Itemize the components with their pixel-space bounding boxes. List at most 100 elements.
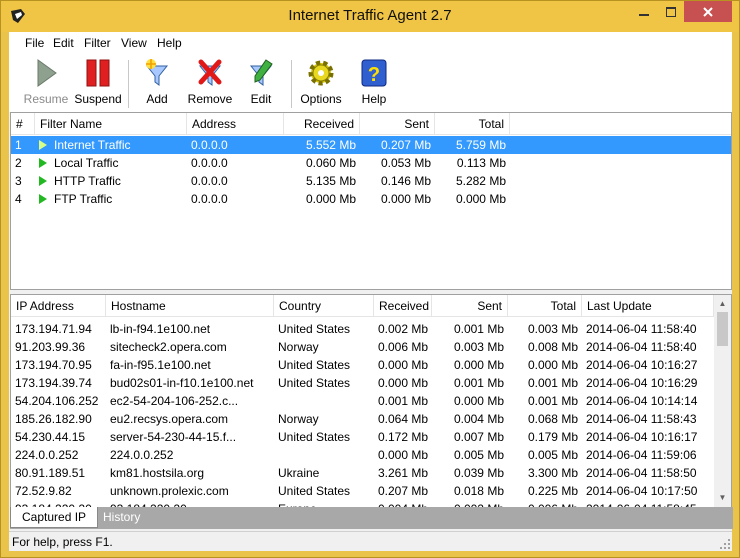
captured-cell-received: 0.000 Mb	[378, 448, 429, 462]
captured-ip-row[interactable]: 173.194.39.74 bud02s01-in-f10.1e100.net Un…	[11, 374, 714, 392]
resize-grip-icon[interactable]	[720, 539, 730, 549]
menu-help[interactable]: Help	[157, 36, 182, 50]
menu-edit[interactable]: Edit	[53, 36, 74, 50]
captured-cell-total: 0.068 Mb	[527, 412, 578, 426]
column-header-sent[interactable]: Sent	[360, 113, 435, 135]
captured-cell-host: 224.0.0.252	[110, 448, 174, 462]
captured-ip-row[interactable]: 224.0.0.252 224.0.0.252 0.000 Mb 0.005 Mb 0.…	[11, 446, 714, 464]
filter-cell-address: 0.0.0.0	[191, 156, 228, 170]
captured-cell-total: 0.001 Mb	[527, 394, 578, 408]
captured-cell-sent: 0.001 Mb	[453, 376, 504, 390]
filter-row[interactable]: 4 FTP Traffic 0.0.0.0 0.000 Mb 0.000 Mb 0.000…	[11, 190, 511, 208]
captured-cell-sent: 0.003 Mb	[453, 340, 504, 354]
minimize-button[interactable]	[630, 1, 657, 22]
menu-view[interactable]: View	[121, 36, 147, 50]
captured-ip-row[interactable]: 80.91.189.51 km81.hostsila.org Ukraine 3.26…	[11, 464, 714, 482]
help-button[interactable]: ? Help	[357, 58, 391, 110]
add-label: Add	[146, 92, 168, 106]
column-header-hostname[interactable]: Hostname	[106, 295, 274, 317]
column-header-total[interactable]: Total	[435, 113, 510, 135]
close-button[interactable]	[684, 1, 732, 22]
add-button[interactable]: Add	[137, 58, 177, 110]
column-header-received[interactable]: Received	[284, 113, 360, 135]
filter-row[interactable]: 1 Internet Traffic 0.0.0.0 5.552 Mb 0.207 Mb…	[11, 136, 731, 154]
scroll-down-arrow-icon[interactable]: ▼	[714, 489, 731, 506]
captured-cell-received: 0.172 Mb	[378, 430, 429, 444]
filter-cell-total: 5.282 Mb	[455, 174, 506, 188]
options-button[interactable]: Options	[298, 58, 344, 110]
title-bar[interactable]: Internet Traffic Agent 2.7	[1, 1, 739, 32]
column-header-address[interactable]: Address	[187, 113, 284, 135]
column-header-number[interactable]: #	[11, 113, 35, 135]
filter-cell-num: 3	[15, 174, 22, 188]
scroll-up-arrow-icon[interactable]: ▲	[714, 295, 731, 312]
captured-ip-row[interactable]: 91.203.99.36 sitecheck2.opera.com Norway 0.…	[11, 338, 714, 356]
captured-ip-row[interactable]: 173.194.70.95 fa-in-f95.1e100.net United S…	[11, 356, 714, 374]
suspend-button[interactable]: Suspend	[73, 58, 123, 110]
column-header-last-update[interactable]: Last Update	[582, 295, 714, 317]
tab-bar: Captured IP History	[10, 507, 733, 529]
tab-captured-ip[interactable]: Captured IP	[10, 507, 99, 528]
captured-ip-row[interactable]: 185.26.182.90 eu2.recsys.opera.com Norway 0…	[11, 410, 714, 428]
maximize-button[interactable]	[657, 1, 684, 22]
filter-name-text: FTP Traffic	[54, 192, 113, 206]
column-header-ip-address[interactable]: IP Address	[11, 295, 106, 317]
captured-cell-ip: 173.194.39.74	[15, 376, 92, 390]
gear-icon	[308, 60, 334, 86]
filter-cell-sent: 0.146 Mb	[380, 174, 431, 188]
captured-ip-header: IP Address Hostname Country Received Sen…	[11, 295, 714, 317]
column-header-received[interactable]: Received	[374, 295, 432, 317]
captured-ip-row[interactable]: 72.52.9.82 unknown.prolexic.com United Sta…	[11, 482, 714, 500]
filter-row[interactable]: 3 HTTP Traffic 0.0.0.0 5.135 Mb 0.146 Mb 5.28…	[11, 172, 511, 190]
scrollbar-thumb[interactable]	[717, 312, 728, 346]
captured-ip-list[interactable]: IP Address Hostname Country Received Sen…	[10, 294, 732, 508]
captured-cell-updated: 2014-06-04 11:59:06	[586, 448, 697, 462]
play-icon	[37, 59, 57, 87]
captured-cell-total: 0.006 Mb	[508, 500, 582, 507]
captured-ip-row[interactable]: 54.204.106.252 ec2-54-204-106-252.c... 0.0…	[11, 392, 714, 410]
filter-cell-num: 1	[15, 138, 22, 152]
captured-ip-row[interactable]: 54.230.44.15 server-54-230-44-15.f... Unit…	[11, 428, 714, 446]
captured-cell-ip: 224.0.0.252	[15, 448, 79, 462]
column-header-filter-name[interactable]: Filter Name	[35, 113, 187, 135]
menu-filter[interactable]: Filter	[84, 36, 111, 50]
captured-cell-ip: 80.91.189.51	[15, 466, 86, 480]
filter-row[interactable]: 2 Local Traffic 0.0.0.0 0.060 Mb 0.053 Mb 0.1…	[11, 154, 511, 172]
remove-button[interactable]: Remove	[187, 58, 233, 110]
client-area: File Edit Filter View Help Resume Suspen…	[9, 32, 733, 551]
tab-history[interactable]: History	[92, 507, 151, 528]
column-header-total[interactable]: Total	[508, 295, 582, 317]
resume-label: Resume	[23, 92, 69, 106]
captured-cell-host: km81.hostsila.org	[110, 466, 205, 480]
column-header-country[interactable]: Country	[274, 295, 374, 317]
captured-cell-received: 0.001 Mb	[378, 394, 429, 408]
captured-cell-received: 0.207 Mb	[378, 484, 429, 498]
captured-cell-total: 0.003 Mb	[527, 322, 578, 336]
filter-name-text: HTTP Traffic	[54, 174, 121, 188]
captured-ip-row[interactable]: 93.184.220.2093.184.220.20Europe0.004 Mb…	[11, 500, 714, 507]
captured-cell-host: lb-in-f94.1e100.net	[110, 322, 211, 336]
captured-cell-country: United States	[278, 322, 351, 336]
captured-cell-total: 0.225 Mb	[527, 484, 578, 498]
minimize-icon	[638, 13, 649, 16]
captured-cell-country: United States	[278, 484, 351, 498]
captured-cell-country: Europe	[274, 500, 374, 507]
captured-cell-updated: 2014-06-04 10:16:29	[586, 376, 698, 390]
captured-cell-total: 0.008 Mb	[527, 340, 578, 354]
captured-cell-sent: 0.005 Mb	[453, 448, 504, 462]
maximize-icon	[665, 6, 676, 17]
window-title: Internet Traffic Agent 2.7	[288, 7, 452, 24]
edit-button[interactable]: Edit	[245, 58, 277, 110]
filter-cell-received: 5.552 Mb	[305, 138, 356, 152]
column-header-sent[interactable]: Sent	[432, 295, 508, 317]
resume-button[interactable]: Resume	[23, 58, 69, 110]
filter-list[interactable]: # Filter Name Address Received Sent Tota…	[10, 112, 732, 290]
captured-cell-updated: 2014-06-04 11:58:40	[586, 340, 697, 354]
menu-file[interactable]: File	[25, 36, 44, 50]
add-filter-icon	[145, 59, 169, 86]
captured-ip-row[interactable]: 173.194.71.94 lb-in-f94.1e100.net United S…	[11, 320, 714, 338]
captured-cell-total: 0.000 Mb	[527, 358, 578, 372]
captured-cell-sent: 0.039 Mb	[453, 466, 504, 480]
filter-cell-name: FTP Traffic	[35, 190, 187, 208]
vertical-scrollbar[interactable]: ▲ ▼	[714, 295, 731, 507]
